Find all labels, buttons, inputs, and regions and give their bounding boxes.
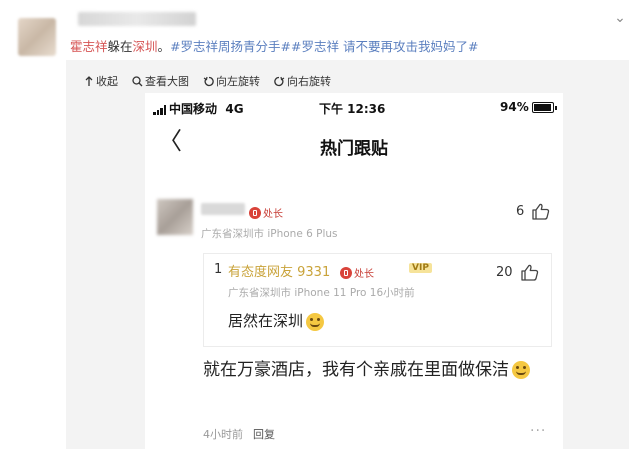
battery-icon [531, 102, 554, 113]
hashtag-link-1[interactable]: #罗志祥周扬青分手# [170, 39, 291, 54]
rotate-left-icon [203, 76, 214, 86]
location-link[interactable]: 深圳 [133, 39, 158, 54]
rotate-right-icon [274, 76, 285, 86]
reply-button[interactable]: 回复 [253, 428, 275, 441]
hashtag-link-2[interactable]: #罗志祥 请不要再攻击我妈妈了# [291, 39, 478, 54]
avatar[interactable] [18, 18, 56, 56]
badge-icon [340, 266, 352, 279]
thumbs-up-icon [532, 203, 550, 220]
mention-link[interactable]: 霍志祥 [70, 39, 108, 54]
reply-text: 居然在深圳 [228, 310, 325, 331]
laughing-emoji-icon [306, 312, 325, 331]
signal-icon [153, 104, 166, 115]
comment-text: 就在万豪酒店，我有个亲戚在里面做保洁 [203, 355, 549, 385]
magnifier-icon [132, 75, 143, 86]
view-large-button[interactable]: 查看大图 [132, 73, 189, 89]
phone-screenshot[interactable]: 中国移动 4G 下午 12:36 94% 〈 热门跟贴 处长 广东省深圳市 iP… [145, 93, 563, 449]
comment-username-blurred[interactable] [201, 203, 245, 215]
status-carrier: 中国移动 4G [153, 100, 244, 117]
comment-like-button[interactable]: 6 [516, 203, 550, 220]
comment-footer: 4小时前 回复 [203, 426, 275, 442]
username-blurred[interactable] [78, 12, 196, 26]
rotate-right-button[interactable]: 向右旋转 [274, 73, 331, 89]
quoted-reply[interactable]: 1 有态度网友 9331 处长 VIP 20 广东省深圳市 iPhone 11 … [203, 253, 552, 347]
comment-avatar[interactable] [157, 199, 193, 235]
comment-meta: 广东省深圳市 iPhone 6 Plus [201, 228, 338, 240]
vip-badge: VIP [409, 263, 432, 273]
chevron-down-icon[interactable]: ⌄ [611, 10, 629, 26]
emoji-icon [512, 361, 530, 379]
reply-meta: 广东省深圳市 iPhone 11 Pro 16小时前 [228, 287, 415, 299]
reply-rank-badge: 处长 [340, 262, 374, 281]
rank-badge: 处长 [249, 202, 283, 221]
collapse-button[interactable]: 收起 [84, 73, 118, 89]
reply-username[interactable]: 有态度网友 9331 [228, 261, 330, 280]
badge-icon [249, 206, 261, 219]
thumbs-up-icon [521, 264, 538, 281]
comment-time: 4小时前 [203, 428, 243, 441]
collapse-icon [85, 75, 93, 86]
page-title: 热门跟贴 [320, 139, 388, 159]
reply-index: 1 [214, 262, 223, 277]
reply-like-button[interactable]: 20 [496, 264, 539, 281]
status-time: 下午 12:36 [319, 102, 386, 116]
more-icon[interactable]: ··· [530, 423, 546, 439]
rotate-left-button[interactable]: 向左旋转 [203, 73, 260, 89]
image-toolbar: 收起 查看大图 向左旋转 向右旋转 [84, 73, 331, 89]
post-text: 霍志祥躲在深圳。#罗志祥周扬青分手##罗志祥 请不要再攻击我妈妈了# [70, 39, 479, 54]
status-battery: 94% [500, 100, 557, 114]
